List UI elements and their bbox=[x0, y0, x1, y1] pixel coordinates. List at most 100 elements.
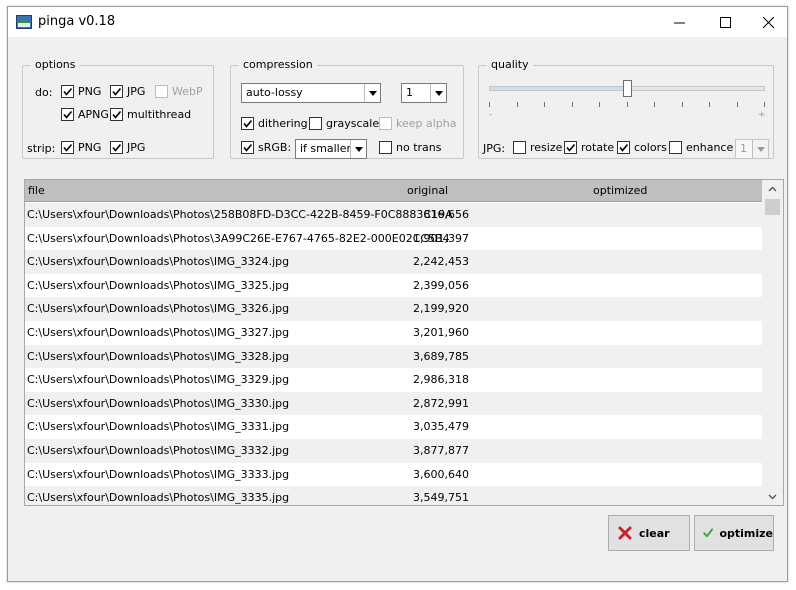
srgb-mode-select[interactable]: if smaller bbox=[295, 139, 367, 159]
checkbox-box bbox=[110, 108, 123, 121]
do-apng-checkbox[interactable]: APNG bbox=[61, 108, 109, 121]
srgb-checkbox[interactable]: sRGB: bbox=[241, 141, 291, 154]
resize-checkbox[interactable]: resize bbox=[513, 141, 562, 154]
header-file[interactable]: file bbox=[28, 184, 45, 197]
scrollbar-thumb[interactable] bbox=[765, 199, 780, 215]
compression-level-value: 1 bbox=[406, 86, 413, 99]
header-optimized[interactable]: optimized bbox=[593, 184, 647, 197]
compression-mode-select[interactable]: auto-lossy bbox=[241, 83, 381, 103]
slider-tick bbox=[626, 102, 628, 107]
clear-button[interactable]: clear bbox=[608, 515, 690, 551]
minimize-button[interactable] bbox=[656, 7, 702, 37]
strip-png-checkbox[interactable]: PNG bbox=[61, 141, 101, 154]
checkbox-box bbox=[61, 108, 74, 121]
table-row[interactable]: C:\Users\xfour\Downloads\Photos\258B08FD… bbox=[25, 203, 762, 227]
do-apng-label: APNG bbox=[78, 108, 109, 121]
cell-original: 3,600,640 bbox=[413, 467, 469, 481]
compression-group: compression auto-lossy 1 dithering grays… bbox=[230, 58, 464, 159]
strip-jpg-checkbox[interactable]: JPG bbox=[110, 141, 145, 154]
multithread-checkbox[interactable]: multithread bbox=[110, 108, 191, 121]
slider-tick bbox=[654, 102, 655, 107]
no-trans-checkbox[interactable]: no trans bbox=[379, 141, 441, 154]
window-title: pinga v0.18 bbox=[38, 14, 116, 29]
cell-file: C:\Users\xfour\Downloads\Photos\258B08FD… bbox=[27, 208, 453, 221]
checkbox-box bbox=[564, 141, 577, 154]
table-row[interactable]: C:\Users\xfour\Downloads\Photos\IMG_3335… bbox=[25, 486, 762, 505]
table-header: file original optimized bbox=[25, 180, 762, 202]
optimize-button[interactable]: optimize bbox=[694, 515, 774, 551]
table-row[interactable]: C:\Users\xfour\Downloads\Photos\IMG_3329… bbox=[25, 368, 762, 392]
quality-slider-fill bbox=[490, 87, 627, 90]
strip-jpg-label: JPG bbox=[127, 141, 146, 154]
checkbox-box bbox=[617, 141, 630, 154]
maximize-button[interactable] bbox=[702, 7, 748, 37]
table-row[interactable]: C:\Users\xfour\Downloads\Photos\IMG_3327… bbox=[25, 321, 762, 345]
checkbox-box bbox=[241, 141, 254, 154]
rotate-checkbox[interactable]: rotate bbox=[564, 141, 614, 154]
table-row[interactable]: C:\Users\xfour\Downloads\Photos\IMG_3331… bbox=[25, 415, 762, 439]
do-webp-checkbox[interactable]: WebP bbox=[155, 85, 203, 98]
maximize-icon bbox=[719, 16, 731, 28]
cell-original: 2,986,318 bbox=[413, 373, 469, 387]
grayscale-checkbox[interactable]: grayscale bbox=[309, 117, 379, 130]
checkbox-box bbox=[379, 117, 392, 130]
quality-group: quality - + JPG: resize rotate colors en… bbox=[478, 58, 774, 159]
checkbox-box bbox=[61, 141, 74, 154]
keep-alpha-label: keep alpha bbox=[396, 117, 457, 130]
enhance-checkbox[interactable]: enhance bbox=[669, 141, 733, 154]
enhance-label: enhance bbox=[686, 141, 734, 154]
clear-label: clear bbox=[639, 526, 670, 540]
quality-minus-mark: - bbox=[489, 110, 493, 120]
cell-file: C:\Users\xfour\Downloads\Photos\IMG_3325… bbox=[27, 278, 290, 292]
scroll-up-button[interactable] bbox=[762, 180, 783, 197]
file-list-table[interactable]: file original optimized C:\Users\xfour\D… bbox=[24, 179, 784, 506]
compression-level-select[interactable]: 1 bbox=[401, 83, 447, 103]
cell-original: 1,901,397 bbox=[413, 231, 469, 245]
table-row[interactable]: C:\Users\xfour\Downloads\Photos\IMG_3333… bbox=[25, 463, 762, 487]
vertical-scrollbar[interactable] bbox=[762, 180, 783, 505]
compression-mode-value: auto-lossy bbox=[246, 86, 303, 99]
enhance-level-select[interactable]: 1 bbox=[735, 139, 769, 159]
quality-slider-thumb[interactable] bbox=[622, 80, 632, 97]
scroll-down-button[interactable] bbox=[762, 488, 783, 505]
checkbox-box bbox=[155, 85, 168, 98]
cell-original: 2,242,453 bbox=[413, 255, 469, 269]
header-original[interactable]: original bbox=[407, 184, 448, 197]
slider-tick bbox=[571, 102, 573, 107]
chevron-down-icon bbox=[768, 494, 777, 499]
minimize-icon bbox=[673, 22, 685, 23]
close-button[interactable] bbox=[745, 7, 791, 37]
enhance-level-value: 1 bbox=[740, 142, 747, 155]
grayscale-label: grayscale bbox=[326, 117, 380, 130]
colors-checkbox[interactable]: colors bbox=[617, 141, 667, 154]
cell-original: 3,877,877 bbox=[413, 444, 469, 457]
cell-file: C:\Users\xfour\Downloads\Photos\IMG_3328… bbox=[27, 349, 290, 363]
slider-tick bbox=[599, 102, 600, 107]
table-row[interactable]: C:\Users\xfour\Downloads\Photos\IMG_3330… bbox=[25, 391, 762, 416]
quality-plus-mark: + bbox=[758, 110, 766, 120]
optimize-label: optimize bbox=[719, 526, 773, 540]
do-jpg-checkbox[interactable]: JPG bbox=[110, 85, 145, 98]
chevron-up-icon bbox=[768, 186, 777, 191]
title-bar[interactable]: pinga v0.18 bbox=[8, 7, 787, 37]
dropdown-arrow-icon bbox=[350, 140, 366, 158]
slider-tick bbox=[681, 102, 683, 107]
keep-alpha-checkbox[interactable]: keep alpha bbox=[379, 117, 456, 130]
quality-ticks bbox=[489, 102, 765, 108]
dropdown-arrow-icon bbox=[430, 84, 446, 102]
do-png-checkbox[interactable]: PNG bbox=[61, 85, 101, 98]
no-trans-label: no trans bbox=[396, 141, 442, 154]
table-row[interactable]: C:\Users\xfour\Downloads\Photos\IMG_3326… bbox=[25, 297, 762, 321]
slider-tick bbox=[516, 102, 518, 107]
checkbox-box bbox=[110, 85, 123, 98]
cell-original: 816,656 bbox=[423, 208, 470, 221]
checkbox-box bbox=[669, 141, 682, 154]
strip-label: strip: bbox=[27, 142, 56, 155]
dithering-checkbox[interactable]: dithering bbox=[241, 117, 308, 130]
cell-file: C:\Users\xfour\Downloads\Photos\IMG_3331… bbox=[27, 420, 290, 434]
table-row[interactable]: C:\Users\xfour\Downloads\Photos\IMG_3325… bbox=[25, 274, 762, 298]
table-row[interactable]: C:\Users\xfour\Downloads\Photos\3A99C26E… bbox=[25, 227, 762, 251]
table-row[interactable]: C:\Users\xfour\Downloads\Photos\IMG_3324… bbox=[25, 250, 762, 274]
table-row[interactable]: C:\Users\xfour\Downloads\Photos\IMG_3328… bbox=[25, 344, 762, 369]
table-row[interactable]: C:\Users\xfour\Downloads\Photos\IMG_3332… bbox=[25, 439, 762, 463]
